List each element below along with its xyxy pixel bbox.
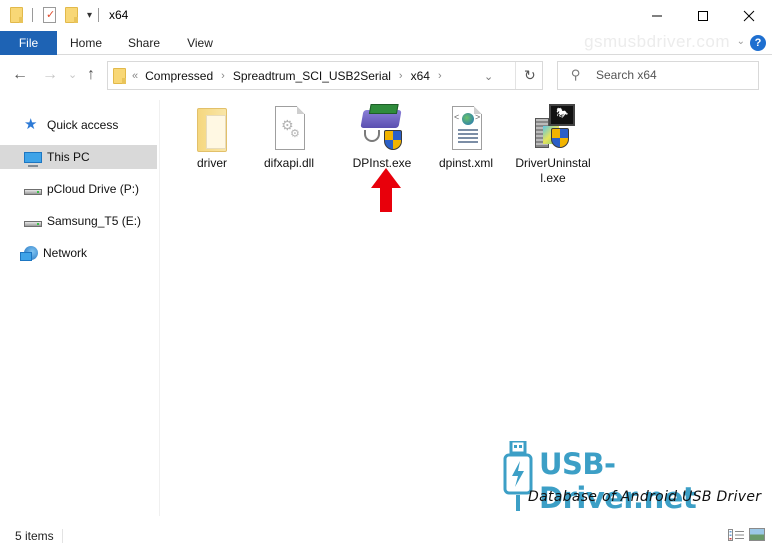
xml-document-icon: < > (442, 104, 490, 152)
device-installer-icon (358, 104, 406, 152)
up-button[interactable]: ↑ (87, 66, 95, 84)
drive-icon (24, 188, 42, 195)
file-item[interactable]: DriverUninstall.exe (515, 104, 591, 186)
sidebar-item-network[interactable]: Network (0, 241, 157, 265)
breadcrumb-separator[interactable]: › (221, 70, 225, 82)
close-icon (743, 10, 755, 21)
address-dropdown-icon[interactable]: ⌄ (484, 70, 493, 83)
sidebar-item-this-pc[interactable]: This PC (0, 145, 157, 169)
window-title: x64 (109, 8, 129, 22)
search-input[interactable] (596, 68, 751, 82)
quick-access-star-icon: ★ (24, 116, 38, 133)
large-icons-view-icon[interactable] (749, 528, 765, 541)
usb-driver-logo: USB-Driver.net Database of Android USB D… (499, 439, 769, 515)
file-item[interactable]: DPInst.exe (344, 104, 420, 171)
forward-button[interactable]: → (42, 66, 58, 84)
red-arrow-annotation (371, 168, 401, 212)
close-button[interactable] (726, 0, 772, 31)
file-item[interactable]: ⚙ ⚙ difxapi.dll (251, 104, 327, 171)
maximize-icon (698, 10, 708, 21)
minimize-icon (652, 15, 662, 16)
sidebar-item-samsung-t5[interactable]: Samsung_T5 (E:) (0, 209, 157, 233)
drive-icon (24, 220, 42, 227)
sidebar-item-quick-access[interactable]: ★ Quick access (0, 113, 157, 137)
file-name: difxapi.dll (263, 156, 315, 170)
customize-dropdown-icon[interactable]: ▾ (87, 10, 92, 21)
refresh-button[interactable]: ↻ (524, 67, 536, 84)
maximize-button[interactable] (680, 0, 726, 31)
search-icon: ⚲ (571, 67, 581, 82)
breadcrumb-separator[interactable]: › (399, 70, 403, 82)
this-pc-icon (24, 151, 42, 167)
back-button[interactable]: ← (12, 66, 28, 84)
logo-subtitle: Database of Android USB Driver (528, 489, 762, 505)
tab-share[interactable]: Share (120, 31, 168, 55)
file-name: DriverUninstall.exe (515, 156, 591, 185)
file-item[interactable]: driver (174, 104, 250, 171)
file-name: dpinst.xml (438, 156, 494, 170)
breadcrumb-separator[interactable]: › (438, 70, 442, 82)
folder-icon (113, 68, 126, 84)
help-icon[interactable]: ? (750, 35, 766, 51)
breadcrumb-overflow[interactable]: « (132, 70, 138, 82)
breadcrumb-item[interactable]: x64 (411, 69, 430, 83)
sidebar-item-label: Quick access (47, 118, 119, 132)
breadcrumb-item[interactable]: Compressed (145, 69, 213, 83)
search-box[interactable]: ⚲ (557, 61, 759, 90)
toolbar-separator (98, 8, 100, 22)
recent-locations-button[interactable]: ⌄ (68, 68, 77, 81)
navigation-pane: ★ Quick access This PC pCloud Drive (P:)… (0, 96, 160, 520)
sidebar-item-pcloud-drive[interactable]: pCloud Drive (P:) (0, 177, 157, 201)
dll-gear-icon: ⚙ ⚙ (265, 104, 313, 152)
expand-ribbon-icon[interactable]: ⌄ (737, 36, 745, 47)
toolbar-separator (32, 8, 33, 22)
watermark-text: gsmusbdriver.com (584, 32, 730, 51)
breadcrumb: « Compressed › Spreadtrum_SCI_USB2Serial… (132, 69, 450, 83)
navigation-bar: ← → ⌄ ↑ « Compressed › Spreadtrum_SCI_US… (0, 56, 772, 96)
sidebar-item-label: Samsung_T5 (E:) (47, 214, 142, 228)
minimize-button[interactable] (634, 0, 680, 31)
address-bar[interactable]: « Compressed › Spreadtrum_SCI_USB2Serial… (107, 61, 543, 90)
folder-icon[interactable] (10, 7, 23, 23)
divider (515, 62, 516, 89)
breadcrumb-item[interactable]: Spreadtrum_SCI_USB2Serial (233, 69, 391, 83)
title-bar: ▾ x64 (0, 0, 772, 31)
details-view-icon[interactable] (728, 529, 744, 541)
file-item[interactable]: < > dpinst.xml (428, 104, 504, 171)
network-icon (20, 246, 38, 261)
tab-file[interactable]: File (0, 31, 57, 55)
divider (62, 529, 63, 543)
item-count: 5 items (15, 529, 54, 543)
ribbon: File Home Share View gsmusbdriver.com ⌄ … (0, 31, 772, 55)
properties-icon[interactable] (43, 7, 56, 23)
sidebar-item-label: pCloud Drive (P:) (47, 182, 140, 196)
new-folder-icon[interactable] (65, 7, 78, 23)
quick-access-toolbar: ▾ (10, 7, 100, 23)
tab-home[interactable]: Home (62, 31, 110, 55)
folder-icon (188, 104, 236, 152)
tab-view[interactable]: View (177, 31, 223, 55)
file-name: driver (196, 156, 227, 170)
sidebar-item-label: This PC (47, 150, 90, 164)
sidebar-item-label: Network (43, 246, 88, 260)
uninstaller-icon (529, 104, 577, 152)
status-bar: 5 items (0, 520, 772, 548)
pane-splitter[interactable] (159, 100, 160, 516)
